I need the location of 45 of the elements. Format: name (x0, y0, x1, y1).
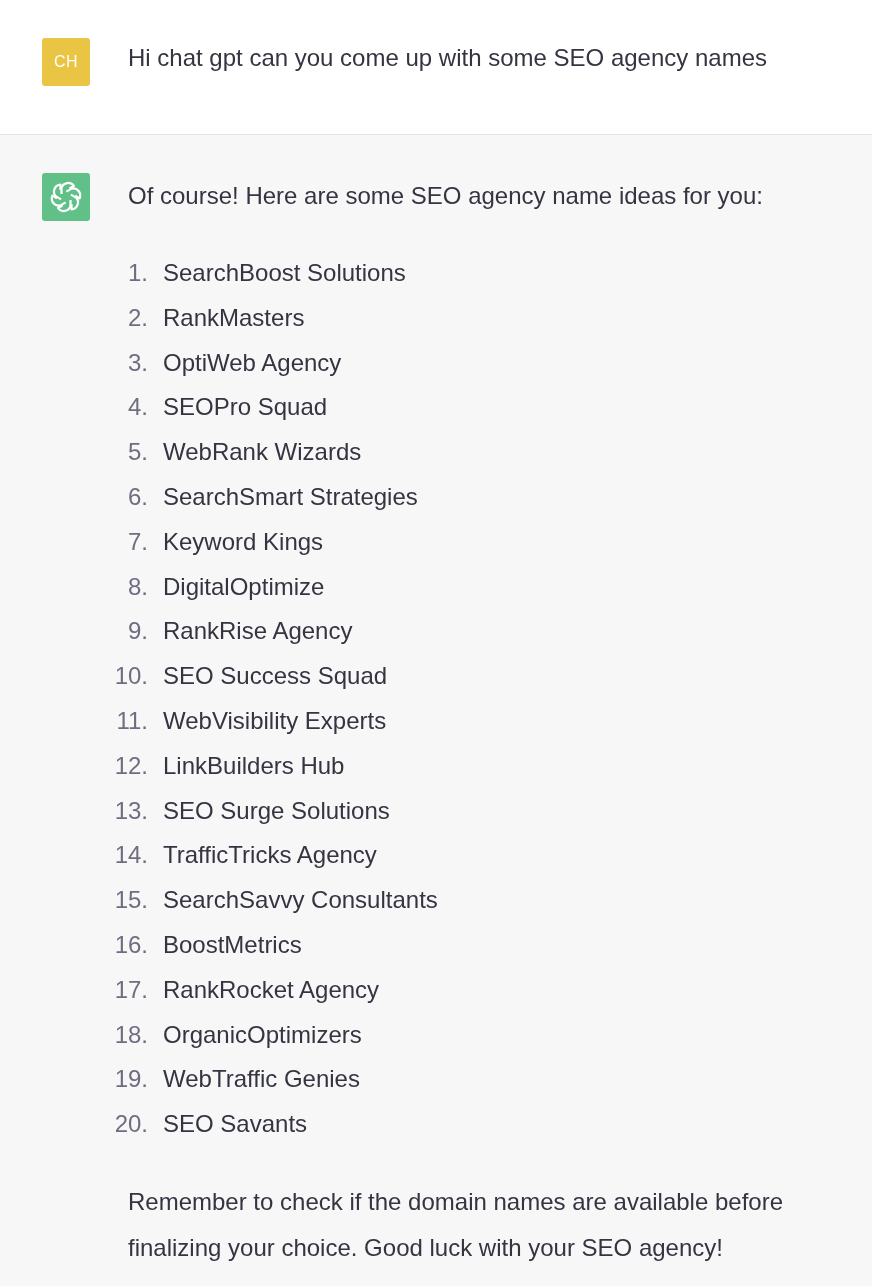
list-item-text: OrganicOptimizers (163, 1019, 362, 1050)
list-item-text: OptiWeb Agency (163, 347, 342, 378)
user-avatar: CH (42, 38, 90, 86)
knot-logo-icon (42, 173, 90, 221)
list-item-text: SEO Success Squad (163, 661, 388, 692)
list-item-text: WebVisibility Experts (163, 705, 387, 736)
list-item-text: SearchSmart Strategies (163, 482, 418, 512)
message-text: Of course! Here are some SEO agency name ideas for you: (128, 181, 764, 211)
list-item-text: SEOPro Squad (163, 392, 328, 423)
list-number: 12. (113, 750, 148, 781)
list-number: 13. (113, 795, 148, 826)
list-number: 15. (113, 885, 148, 916)
list-item-text: RankMasters (163, 302, 305, 333)
list-item-text: DigitalOptimize (163, 571, 325, 602)
list-number: 10. (113, 661, 148, 692)
list-number: 7. (127, 526, 148, 557)
list-item-text: SearchSavvy Consultants (163, 885, 438, 916)
list-number: 8. (127, 571, 148, 602)
list-number: 19. (113, 1064, 148, 1095)
list-item-text: WebRank Wizards (163, 437, 362, 468)
list-item-text: SEO Savants (163, 1109, 308, 1140)
list-item-text: LinkBuilders Hub (163, 750, 345, 781)
list-number: 16. (113, 929, 148, 960)
list-item-text: SearchBoost Solutions (163, 258, 406, 288)
list-number: 1. (127, 258, 148, 288)
list-number: 6. (127, 482, 148, 512)
list-item-text: TrafficTricks Agency (163, 840, 377, 871)
list-number: 17. (113, 974, 148, 1005)
list-number: 9. (127, 616, 148, 647)
list-number: 20. (113, 1109, 148, 1140)
list-number: 2. (127, 302, 148, 333)
list-item-text: Keyword Kings (163, 526, 324, 557)
list-number: 5. (127, 437, 148, 468)
list-item-text: BoostMetrics (163, 929, 302, 960)
list-item-text: WebTraffic Genies (163, 1064, 360, 1095)
list-number: 11. (115, 705, 148, 736)
message-text: Hi chat gpt can you come up with some SEO agency names (128, 43, 768, 73)
list-item-text: SEO Surge Solutions (163, 795, 390, 826)
list-item-text: RankRocket Agency (163, 974, 380, 1005)
list-number: 4. (127, 392, 148, 423)
message-text: Remember to check if the domain names are available before finalizing your choice. Good luck with your SEO agency! (128, 1186, 784, 1263)
list-item-text: RankRise Agency (163, 616, 353, 647)
list-number: 14. (113, 840, 148, 871)
list-number: 18. (113, 1019, 148, 1050)
list-number: 3. (127, 347, 148, 378)
